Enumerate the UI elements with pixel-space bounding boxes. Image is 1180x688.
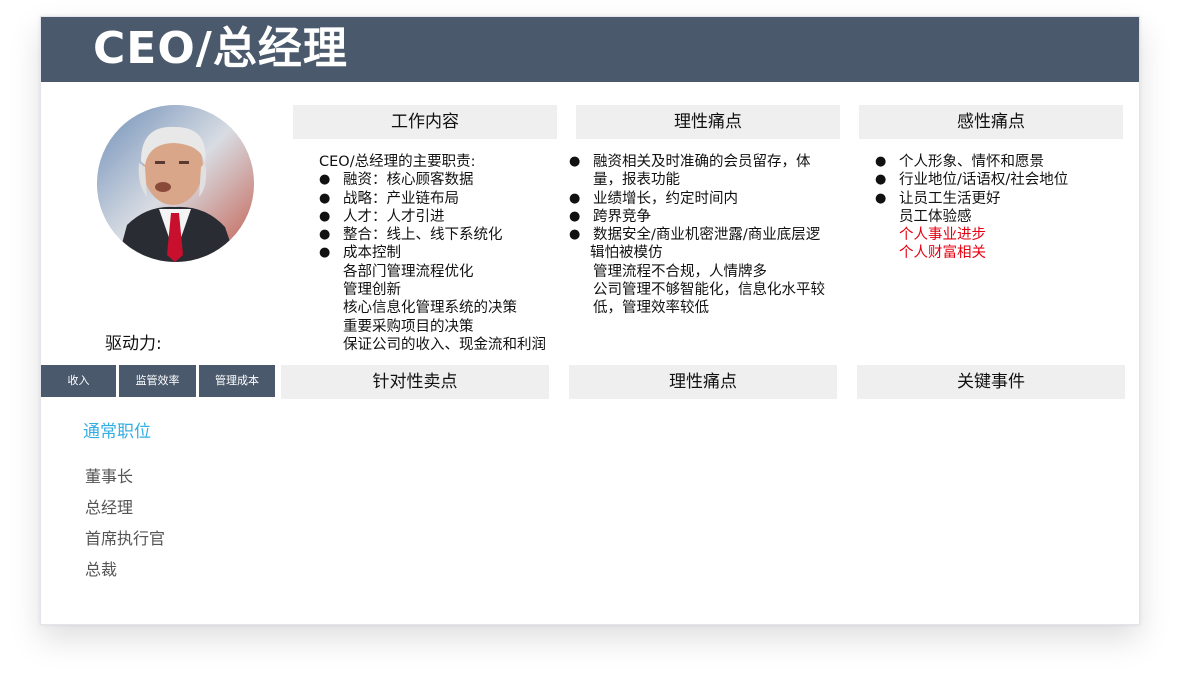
list-item: ● 数据安全/商业机密泄露/商业底层逻 [569, 227, 821, 244]
bullet-icon: ● [569, 154, 581, 169]
header-rational-pain-bottom: 理性痛点 [569, 365, 837, 399]
bullet-icon: ● [319, 172, 331, 188]
role-item: 总裁 [85, 560, 118, 579]
list-item: ● 战略：产业链布局 [319, 190, 459, 207]
list-item: ● 融资：核心顾客数据 [319, 172, 474, 189]
list-item: ● 成本控制 [319, 245, 401, 262]
bullet-icon: ● [319, 190, 331, 206]
title-bar: CEO/总经理 [41, 17, 1139, 82]
highlighted-item: 个人事业进步 [899, 227, 986, 244]
list-item: ● 跨界竞争 [569, 208, 651, 225]
list-item-continued: 辑怕被模仿 [590, 245, 663, 262]
list-item: ● 业绩增长，约定时间内 [569, 190, 738, 207]
drive-tag-revenue: 收入 [41, 365, 116, 397]
list-item-plain: 员工体验感 [899, 208, 972, 225]
bullet-icon: ● [875, 172, 887, 188]
list-item: ● 整合：线上、线下系统化 [319, 227, 503, 244]
list-item: ● 让员工生活更好 [875, 190, 1001, 207]
list-item-continued: 公司管理不够智能化，信息化水平较 [593, 282, 825, 299]
role-item: 董事长 [85, 467, 134, 486]
rational-pain-list: ● 融资相关及时准确的会员留存，体 量，报表功能 ● 业绩增长，约定时间内 ● 跨界竞… [569, 153, 849, 318]
header-key-events: 关键事件 [857, 365, 1125, 399]
list-item-continued: 低，管理效率较低 [593, 300, 709, 317]
bullet-icon: ● [875, 190, 887, 206]
bullet-icon: ● [569, 227, 581, 243]
drive-label: 驱动力: [105, 334, 162, 354]
highlighted-item: 个人财富相关 [899, 245, 986, 262]
header-emotional-pain: 感性痛点 [859, 105, 1123, 139]
sub-item: 管理创新 [343, 282, 401, 299]
bullet-icon: ● [569, 208, 581, 224]
drive-tag-oversight: 监管效率 [119, 365, 196, 397]
emotional-pain-list: ● 个人形象、情怀和愿景 ● 行业地位/话语权/社会地位 ● 让员工生活更好 员工体验… [875, 153, 1125, 263]
header-selling-points: 针对性卖点 [281, 365, 549, 399]
bullet-icon: ● [319, 208, 331, 224]
sub-item: 保证公司的收入、现金流和利润 [343, 336, 546, 353]
bullet-icon: ● [875, 154, 887, 169]
header-work-content: 工作内容 [293, 105, 557, 139]
sub-item: 核心信息化管理系统的决策 [343, 300, 517, 317]
bullet-icon: ● [319, 227, 331, 243]
list-item-continued: 管理流程不合规，人情牌多 [593, 263, 767, 280]
drive-tag-management-cost: 管理成本 [199, 365, 275, 397]
avatar-portrait-icon [97, 105, 254, 262]
list-item: ● 个人形象、情怀和愿景 [875, 154, 1044, 170]
list-item-continued: 量，报表功能 [593, 172, 680, 189]
avatar [97, 105, 254, 262]
persona-card: CEO/总经理 工作内容 理性痛点 感性痛点 CEO/总经理的主要职责: ● 融… [40, 16, 1140, 625]
work-content-intro: CEO/总经理的主要职责: [319, 154, 476, 170]
bullet-icon: ● [569, 190, 581, 206]
sub-item: 各部门管理流程优化 [343, 263, 474, 280]
list-item: ● 行业地位/话语权/社会地位 [875, 172, 1069, 189]
list-item: ● 人才：人才引进 [319, 208, 445, 225]
bullet-icon: ● [319, 245, 331, 261]
page-title: CEO/总经理 [93, 23, 348, 74]
roles-title: 通常职位 [83, 422, 151, 442]
work-content-list: CEO/总经理的主要职责: ● 融资：核心顾客数据 ● 战略：产业链布局 ● 人才：人… [319, 153, 569, 354]
sub-item: 重要采购项目的决策 [343, 318, 474, 335]
role-item: 总经理 [85, 498, 134, 517]
header-rational-pain: 理性痛点 [576, 105, 840, 139]
role-item: 首席执行官 [85, 529, 166, 548]
list-item: ● 融资相关及时准确的会员留存，体 [569, 154, 811, 170]
